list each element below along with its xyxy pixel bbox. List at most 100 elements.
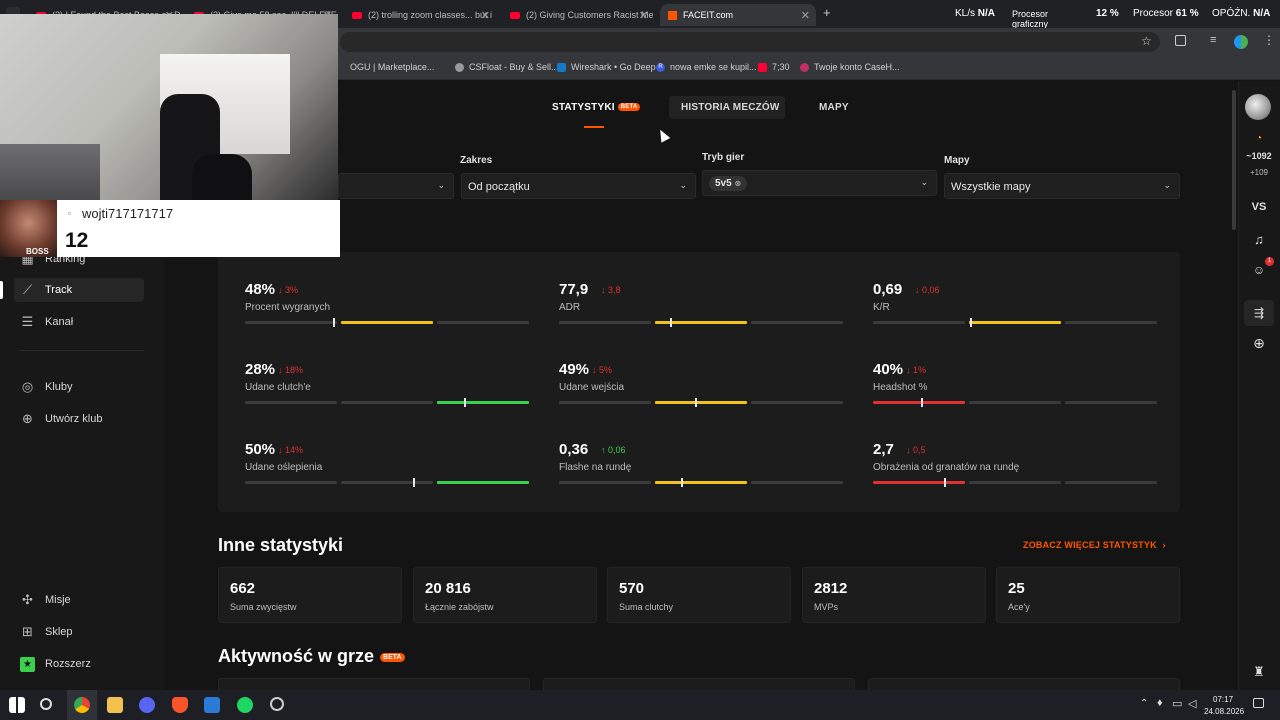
user-avatar[interactable] bbox=[1245, 94, 1271, 120]
nav-item-rozszerz[interactable]: ★ Rozszerz bbox=[20, 652, 91, 676]
nav-item-track[interactable]: ⟋ Track bbox=[14, 278, 144, 302]
windows-taskbar: ⌃ ♦ ▭ ◁ 07:17 24.08.2026 bbox=[0, 690, 1280, 720]
nav-item-sklep[interactable]: ⊞ Sklep bbox=[20, 620, 72, 644]
omnibox[interactable] bbox=[340, 32, 1160, 52]
activity-card bbox=[543, 678, 855, 690]
clock-time[interactable]: 07:17 bbox=[1213, 695, 1233, 704]
windows-start-icon[interactable] bbox=[9, 697, 25, 713]
activity-card bbox=[218, 678, 530, 690]
tryb-chip[interactable]: 5v5 ⊗ bbox=[709, 176, 748, 191]
bookmark-item[interactable]: Rnowa emke se kupil... bbox=[656, 62, 757, 72]
stat-range-bar bbox=[873, 478, 1157, 487]
bookmark-item[interactable]: Twoje konto CaseH... bbox=[800, 62, 900, 72]
webcam-bed bbox=[0, 144, 100, 200]
stat-value: 49% bbox=[559, 361, 590, 378]
party-panel-button[interactable]: ⇶ bbox=[1244, 300, 1274, 326]
chip-remove-icon[interactable]: ⊗ bbox=[734, 179, 741, 188]
stat-label: Udane clutch'e bbox=[245, 382, 311, 393]
stat-marker bbox=[921, 398, 923, 407]
chevron-down-icon: ⌄ bbox=[679, 180, 687, 190]
steam-icon[interactable] bbox=[270, 697, 284, 711]
bookmark-star-icon[interactable]: ☆ bbox=[1141, 34, 1152, 48]
mapy-select[interactable]: Wszystkie mapy ⌄ bbox=[944, 173, 1180, 199]
range-segment bbox=[751, 481, 843, 484]
browser-tab[interactable]: (2) Giving Customers Racist Me ✕ bbox=[502, 4, 654, 26]
range-segment bbox=[341, 321, 433, 324]
chrome-icon[interactable] bbox=[74, 697, 90, 713]
wireshark-fin-icon bbox=[557, 62, 566, 72]
range-segment bbox=[559, 321, 651, 324]
friends-icon[interactable]: ☺ bbox=[1238, 263, 1280, 277]
bell-icon[interactable]: ♫ bbox=[1238, 232, 1280, 247]
bookmark-item[interactable]: CSFloat - Buy & Sell... bbox=[455, 62, 559, 72]
stat-label: Flashe na rundę bbox=[559, 462, 632, 473]
tab-statystyki[interactable]: STATYSTYKI BETA bbox=[552, 102, 641, 113]
filter-label-mapy: Mapy bbox=[944, 155, 970, 166]
faceit-favicon-icon bbox=[668, 10, 677, 20]
nav-item-kluby[interactable]: ◎ Kluby bbox=[20, 375, 73, 399]
zakres-select[interactable]: Od początku ⌄ bbox=[461, 173, 696, 199]
csfloat-icon bbox=[455, 62, 464, 72]
follower-alert-card: BOSS ▫ wojti717171717 12 bbox=[0, 200, 340, 257]
versus-button[interactable]: VS bbox=[1238, 201, 1280, 213]
stat-card: 2812 MVPs bbox=[802, 567, 986, 623]
bookmark-item[interactable]: OGU | Marketplace... bbox=[350, 62, 434, 72]
extensions-icon[interactable] bbox=[1175, 35, 1186, 46]
stat-delta: ↓ 0,06 bbox=[915, 285, 940, 295]
range-segment bbox=[1065, 481, 1157, 484]
missions-icon: ✣ bbox=[22, 592, 33, 607]
clock-date[interactable]: 24.08.2026 bbox=[1204, 707, 1244, 716]
new-tab-button[interactable]: + bbox=[823, 5, 831, 20]
premium-icon: ★ bbox=[20, 656, 35, 672]
stat-label: Udane oślepienia bbox=[245, 462, 323, 473]
bookmark-item[interactable]: Wireshark • Go Deep bbox=[557, 62, 656, 72]
beta-badge: BETA bbox=[617, 103, 641, 112]
profile-avatar[interactable] bbox=[1234, 35, 1248, 49]
add-circle-icon[interactable]: ⊕ bbox=[1238, 335, 1280, 352]
spotify-icon[interactable] bbox=[237, 697, 253, 713]
close-tab-icon[interactable]: ✕ bbox=[639, 9, 648, 22]
nav-item-utworz-klub[interactable]: ⊕ Utwórz klub bbox=[20, 407, 102, 431]
network-icon[interactable]: ▭ bbox=[1172, 697, 1182, 710]
notifications-icon[interactable] bbox=[1253, 698, 1264, 708]
nav-item-misje[interactable]: ✣ Misje bbox=[20, 588, 71, 612]
browser-menu-icon[interactable]: ⋮ bbox=[1263, 33, 1275, 47]
game-select[interactable]: ⌄ bbox=[338, 173, 454, 199]
range-segment bbox=[245, 481, 337, 484]
browser-tab[interactable]: (2) trolling zoom classes... but i ✕ bbox=[344, 4, 496, 26]
tab-mapy[interactable]: MAPY bbox=[819, 102, 849, 113]
stat-value: 2,7 bbox=[873, 441, 894, 458]
chevron-right-icon: › bbox=[1162, 540, 1166, 550]
stat-marker bbox=[944, 478, 946, 487]
stat-tile: 28% ↓ 18% Udane clutch'e bbox=[245, 361, 529, 421]
stat-value: 50% bbox=[245, 441, 276, 458]
tray-chevron-icon[interactable]: ⌃ bbox=[1140, 698, 1148, 709]
page-scrollbar[interactable] bbox=[1232, 90, 1236, 230]
faceit-logo-icon[interactable]: ♜ bbox=[1238, 664, 1280, 680]
volume-icon[interactable]: ◁ bbox=[1188, 697, 1196, 710]
range-segment bbox=[655, 401, 747, 404]
more-stats-link[interactable]: ZOBACZ WIĘCEJ STATYSTYK › bbox=[1023, 540, 1166, 550]
brave-icon[interactable] bbox=[172, 697, 188, 713]
stat-marker bbox=[681, 478, 683, 487]
microphone-icon[interactable]: ♦ bbox=[1157, 697, 1163, 709]
range-segment bbox=[437, 321, 529, 324]
discord-icon[interactable] bbox=[139, 697, 155, 713]
file-explorer-icon[interactable] bbox=[107, 697, 123, 713]
search-icon[interactable] bbox=[40, 698, 52, 710]
nav-item-kanal[interactable]: ☰ Kanał bbox=[20, 310, 73, 334]
media-controls-icon[interactable]: ≡ bbox=[1210, 34, 1216, 46]
stat-tile: 0,69 ↓ 0,06 K/R bbox=[873, 281, 1157, 341]
tab-historia-meczow[interactable]: HISTORIA MECZÓW bbox=[681, 102, 780, 113]
overlay-cpu: Procesor 61 % bbox=[1133, 8, 1199, 19]
app-store-icon[interactable] bbox=[204, 697, 220, 713]
tryb-select[interactable]: 5v5 ⊗ ⌄ bbox=[702, 170, 937, 196]
close-tab-icon[interactable]: ✕ bbox=[481, 9, 490, 22]
bookmark-item[interactable]: 7;30 bbox=[758, 62, 790, 72]
stat-range-bar bbox=[245, 318, 529, 327]
stat-marker bbox=[333, 318, 335, 327]
browser-tab-active[interactable]: FACEIT.com ✕ bbox=[660, 4, 816, 26]
clubs-globe-icon: ◎ bbox=[21, 379, 34, 394]
close-tab-icon[interactable]: ✕ bbox=[801, 9, 810, 22]
overlay-gpu-value: 12 % bbox=[1096, 8, 1119, 19]
